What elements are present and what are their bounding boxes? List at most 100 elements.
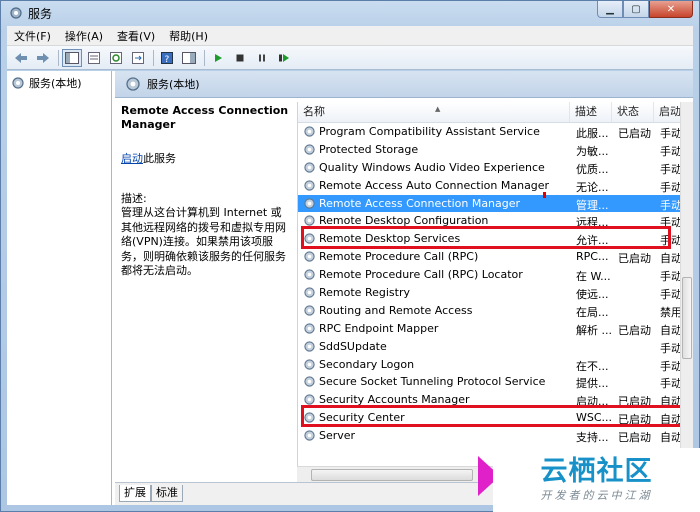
pause-service-button[interactable]: [252, 49, 272, 67]
selected-service-name: Remote Access Connection Manager: [121, 104, 289, 131]
minimize-icon: ▁: [606, 3, 614, 15]
service-status-cell: 已启动: [618, 413, 651, 427]
table-row[interactable]: RPC Endpoint Mapper 解析 ... 已启动 自动: [298, 320, 682, 338]
restart-service-button[interactable]: [274, 49, 294, 67]
table-row[interactable]: Security Center WSC... 已启动 自动: [298, 409, 682, 427]
details-pane: 服务(本地) Remote Access Connection Manager …: [115, 71, 693, 505]
service-name-cell: Remote Access Auto Connection Manager: [303, 179, 573, 192]
console-tree: 服务(本地): [7, 71, 112, 505]
pane-header: 服务(本地): [115, 71, 693, 98]
tab-standard[interactable]: 标准: [151, 485, 183, 502]
column-header-description[interactable]: 描述: [570, 102, 612, 122]
vertical-scrollbar[interactable]: [680, 102, 693, 467]
service-description-cell: 允许...: [576, 234, 609, 248]
menu-bar: 文件(F) 操作(A) 查看(V) 帮助(H): [7, 26, 693, 46]
table-row[interactable]: Remote Access Auto Connection Manager 无论.…: [298, 177, 682, 195]
service-name-cell: Protected Storage: [303, 143, 573, 156]
menu-action[interactable]: 操作(A): [58, 28, 110, 44]
table-row[interactable]: Program Compatibility Assistant Service 此…: [298, 123, 682, 141]
service-gear-icon: [304, 430, 315, 441]
show-hide-action-pane-button[interactable]: [179, 49, 199, 67]
table-row[interactable]: Protected Storage 为敏... 手动: [298, 141, 682, 159]
table-row[interactable]: Secondary Logon 在不... 手动: [298, 356, 682, 374]
services-gear-icon: [12, 77, 24, 89]
table-row[interactable]: Secure Socket Tunneling Protocol Service…: [298, 373, 682, 391]
forward-button[interactable]: [33, 49, 53, 67]
service-status-cell: 已启动: [618, 127, 651, 140]
pause-icon: [259, 54, 265, 61]
properties-button[interactable]: [84, 49, 104, 67]
service-description-cell: 提供...: [576, 377, 609, 391]
column-header-name[interactable]: 名称 ▲: [298, 102, 570, 122]
refresh-button[interactable]: [106, 49, 126, 67]
vertical-scroll-thumb[interactable]: [682, 277, 692, 359]
services-list: 名称 ▲ 描述 状态 启动 Program Compatibility Assis…: [297, 102, 693, 467]
console-tree-icon: [65, 51, 79, 64]
help-icon: ?: [161, 51, 173, 64]
column-header-status[interactable]: 状态: [612, 102, 654, 122]
table-row[interactable]: Security Accounts Manager 启动... 已启动 自动: [298, 391, 682, 409]
table-row[interactable]: Quality Windows Audio Video Experience 优质…: [298, 159, 682, 177]
action-pane-icon: [182, 51, 196, 64]
table-row[interactable]: Routing and Remote Access 在局... 禁用: [298, 302, 682, 320]
start-service-link[interactable]: 启动: [121, 152, 143, 165]
tree-item-services-local[interactable]: 服务(本地): [11, 75, 82, 91]
service-name-cell: Security Center: [303, 411, 573, 424]
red-mark: [543, 192, 546, 198]
service-status-cell: 已启动: [618, 431, 651, 445]
export-list-button[interactable]: [128, 49, 148, 67]
back-button[interactable]: [11, 49, 31, 67]
service-name-cell: Secondary Logon: [303, 358, 573, 371]
menu-help[interactable]: 帮助(H): [162, 28, 215, 44]
table-row[interactable]: Remote Access Connection Manager 管理... 手动: [298, 194, 682, 213]
tab-extended[interactable]: 扩展: [119, 485, 151, 502]
service-gear-icon: [304, 215, 315, 227]
service-name-cell: RPC Endpoint Mapper: [303, 322, 573, 335]
description-text: 管理从这台计算机到 Internet 或其他远程网络的拨号和虚拟专用网络(VPN…: [121, 206, 286, 277]
svg-text:?: ?: [165, 55, 170, 64]
service-gear-icon: [304, 376, 315, 388]
properties-icon: [88, 51, 100, 64]
menu-file[interactable]: 文件(F): [7, 28, 58, 44]
table-row[interactable]: Remote Procedure Call (RPC) RPC... 已启动 自动: [298, 248, 682, 266]
minimize-button[interactable]: ▁: [597, 1, 623, 18]
service-name-cell: Remote Registry: [303, 286, 573, 299]
service-gear-icon: [304, 180, 315, 191]
table-row[interactable]: Remote Desktop Services 允许... 手动: [298, 230, 682, 248]
services-window: 服务 ▁ ▢ ✕ 文件(F) 操作(A) 查看(V) 帮助(H) ? 服务(本地…: [0, 0, 700, 512]
service-name: Remote Desktop Configuration: [319, 214, 489, 228]
console-tree-button[interactable]: [62, 48, 82, 67]
maximize-icon: ▢: [631, 3, 641, 15]
service-gear-icon: [304, 269, 315, 280]
help-button[interactable]: ?: [157, 49, 177, 67]
table-row[interactable]: Server 支持... 已启动 自动: [298, 427, 682, 445]
toolbar-separator: [58, 49, 59, 66]
title-bar[interactable]: 服务 ▁ ▢ ✕: [1, 1, 699, 25]
maximize-button[interactable]: ▢: [623, 1, 649, 18]
table-row[interactable]: Remote Procedure Call (RPC) Locator 在 W..…: [298, 266, 682, 284]
horizontal-scroll-thumb[interactable]: [311, 469, 473, 481]
service-description-cell: 远程...: [576, 216, 609, 230]
service-status-cell: 已启动: [618, 395, 651, 409]
service-description-cell: 无论...: [576, 180, 609, 194]
table-row[interactable]: Remote Registry 使远... 手动: [298, 284, 682, 302]
service-gear-icon: [304, 233, 315, 244]
service-description-cell: 管理...: [576, 198, 609, 212]
service-name: Remote Procedure Call (RPC): [319, 250, 479, 264]
table-row[interactable]: SddSUpdate 手动: [298, 338, 682, 356]
service-name-cell: Remote Access Connection Manager: [303, 197, 573, 210]
table-row[interactable]: Remote Desktop Configuration 远程... 手动: [298, 212, 682, 230]
service-status-cell: 已启动: [618, 323, 651, 337]
service-name-cell: Security Accounts Manager: [303, 393, 573, 406]
start-service-button[interactable]: [208, 49, 228, 67]
watermark-logo: 云栖社区 开发者的云中江湖: [493, 448, 700, 512]
stop-service-button[interactable]: [230, 49, 250, 67]
service-name: Server: [319, 429, 356, 443]
close-button[interactable]: ✕: [649, 1, 693, 18]
service-gear-icon: [304, 162, 315, 173]
service-name: Security Accounts Manager: [319, 393, 470, 407]
service-gear-icon: [304, 341, 315, 352]
menu-view[interactable]: 查看(V): [110, 28, 162, 44]
service-name-cell: Secure Socket Tunneling Protocol Service: [303, 375, 573, 388]
service-description-cell: 支持...: [576, 431, 609, 445]
